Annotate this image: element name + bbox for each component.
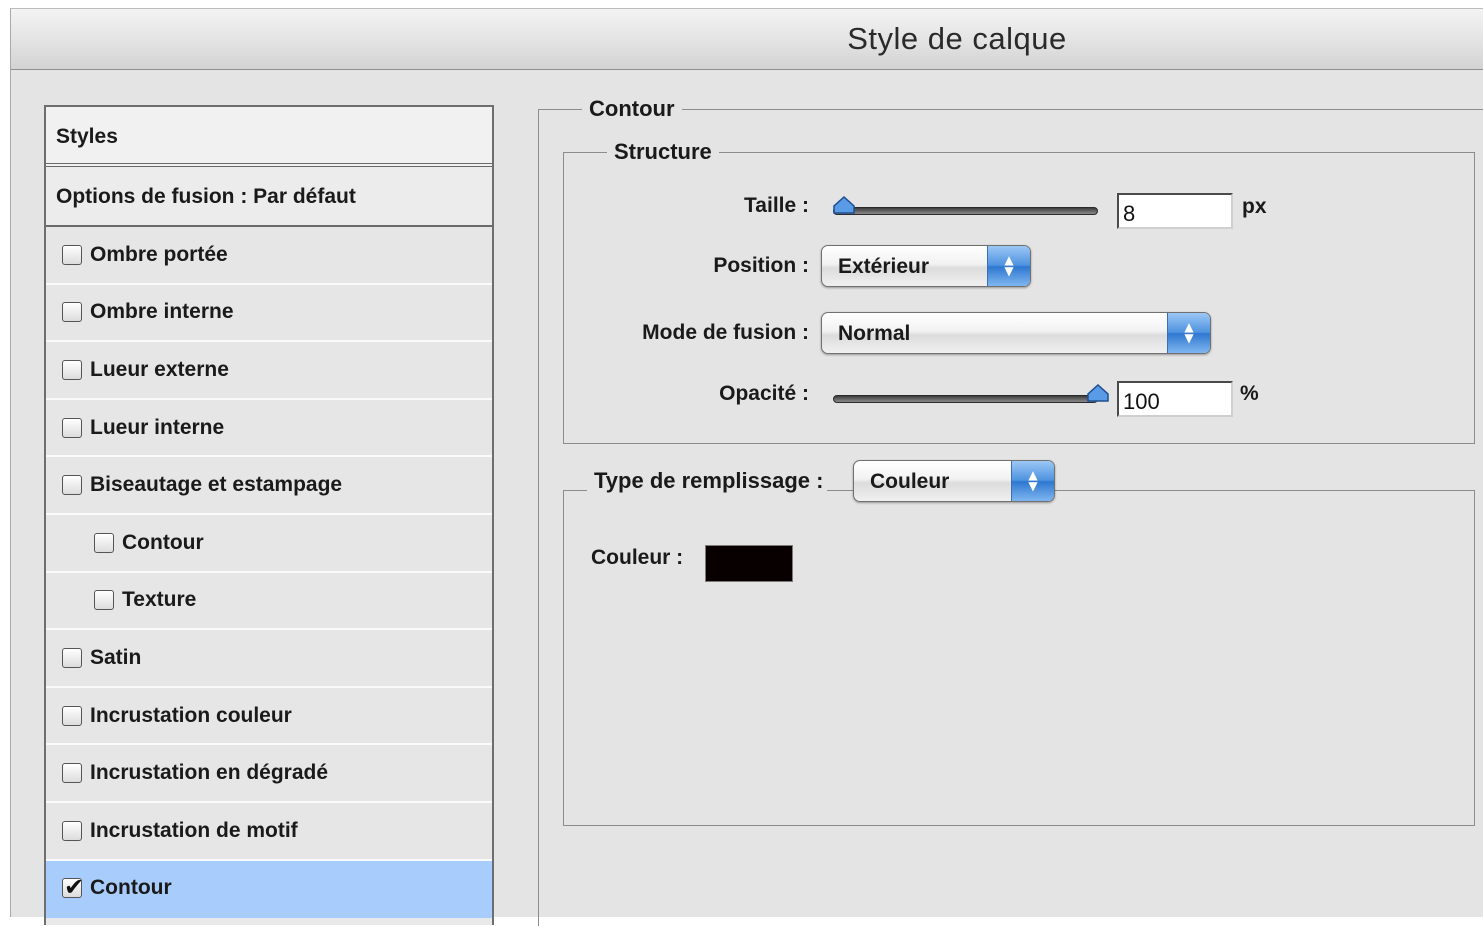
color-swatch[interactable]: [705, 545, 793, 582]
style-item-label: Lueur interne: [90, 415, 225, 439]
blend-mode-select[interactable]: Normal ▲ ▼: [821, 312, 1211, 354]
style-item-label: Incrustation couleur: [90, 703, 292, 727]
size-label: Taille :: [744, 194, 809, 217]
fill-type-label: Type de remplissage :: [587, 468, 828, 494]
opacity-slider-track[interactable]: [833, 395, 1098, 403]
color-label: Couleur :: [591, 546, 684, 569]
style-item-label: Ombre interne: [90, 300, 234, 324]
structure-title: Structure: [607, 139, 719, 165]
style-item-8[interactable]: Incrustation couleur: [46, 687, 492, 746]
dialog-title: Style de calque: [847, 21, 1067, 56]
style-item-label: Contour: [90, 876, 172, 900]
popup-arrows-icon: ▲ ▼: [987, 246, 1030, 286]
position-select[interactable]: Extérieur ▲ ▼: [821, 245, 1031, 287]
layer-style-dialog: Style de calque Styles Options de fusion…: [10, 8, 1483, 926]
style-item-6[interactable]: Texture: [46, 572, 492, 631]
blend-mode-select-value: Normal: [838, 322, 911, 345]
style-item-2[interactable]: Lueur externe: [46, 342, 492, 400]
checkbox-icon[interactable]: [62, 417, 82, 438]
style-item-label: Incrustation en dégradé: [90, 761, 329, 785]
position-select-value: Extérieur: [838, 255, 930, 278]
styles-header[interactable]: Styles: [46, 107, 492, 167]
size-slider-track[interactable]: [833, 207, 1098, 215]
style-item-4[interactable]: Biseautage et estampage: [46, 457, 492, 515]
position-label: Position :: [713, 254, 809, 277]
checkbox-icon[interactable]: [62, 705, 82, 726]
blending-options-item[interactable]: Options de fusion : Par défaut: [46, 167, 492, 227]
popup-arrows-icon: ▲ ▼: [1011, 461, 1054, 501]
style-item-10[interactable]: Incrustation de motif: [46, 802, 492, 861]
checkbox-icon[interactable]: [62, 475, 82, 496]
fill-type-select[interactable]: Couleur ▲ ▼: [853, 460, 1055, 502]
style-item-label: Biseautage et estampage: [90, 473, 343, 497]
style-item-5[interactable]: Contour: [46, 514, 492, 573]
checkbox-icon[interactable]: [62, 302, 82, 323]
styles-list: Styles Options de fusion : Par défaut Om…: [44, 105, 494, 925]
size-input[interactable]: 8: [1117, 193, 1233, 229]
opacity-slider-thumb[interactable]: [1087, 384, 1109, 402]
style-item-label: Contour: [122, 530, 204, 554]
title-bar: Style de calque: [11, 9, 1483, 70]
checkbox-icon[interactable]: [94, 532, 114, 553]
contour-group-title: Contour: [582, 96, 682, 122]
style-item-label: Ombre portée: [90, 242, 228, 266]
panel-left-border: [538, 109, 539, 926]
checkbox-icon[interactable]: [62, 359, 82, 380]
opacity-input[interactable]: 100: [1117, 381, 1233, 417]
checkbox-icon[interactable]: [62, 647, 82, 668]
fill-type-select-value: Couleur: [870, 470, 950, 493]
opacity-unit: %: [1240, 382, 1259, 405]
style-item-1[interactable]: Ombre interne: [46, 284, 492, 343]
popup-arrows-icon: ▲ ▼: [1167, 313, 1210, 353]
checkbox-icon[interactable]: [62, 820, 82, 841]
style-item-label: Incrustation de motif: [90, 818, 298, 842]
fill-fieldset: [563, 490, 1475, 826]
size-slider-thumb[interactable]: [832, 196, 855, 214]
style-item-label: Lueur externe: [90, 357, 229, 381]
style-item-0[interactable]: Ombre portée: [46, 227, 492, 285]
checkbox-checked-icon[interactable]: [62, 873, 84, 901]
blend-mode-label: Mode de fusion :: [642, 321, 809, 344]
style-item-label: Satin: [90, 645, 142, 669]
checkbox-icon[interactable]: [62, 763, 82, 784]
opacity-label: Opacité :: [719, 382, 809, 405]
style-item-11[interactable]: Contour: [46, 860, 492, 919]
style-item-label: Texture: [122, 588, 197, 612]
style-items: Ombre portée Ombre interne Lueur externe Lu…: [46, 227, 492, 919]
style-item-7[interactable]: Satin: [46, 630, 492, 688]
checkbox-icon[interactable]: [94, 590, 114, 611]
size-unit: px: [1242, 195, 1267, 218]
style-item-9[interactable]: Incrustation en dégradé: [46, 745, 492, 803]
checkbox-icon[interactable]: [62, 244, 82, 265]
style-item-3[interactable]: Lueur interne: [46, 399, 492, 458]
